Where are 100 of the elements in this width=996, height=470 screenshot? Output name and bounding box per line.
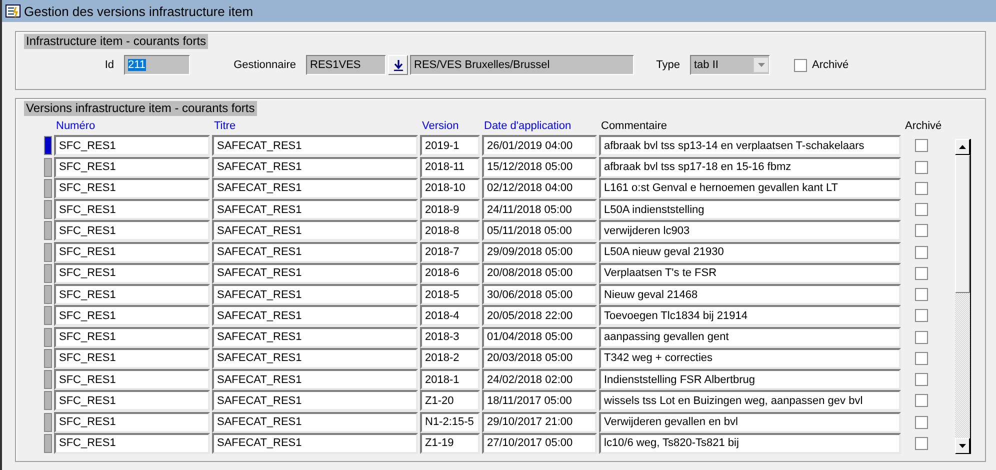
manager-code-field[interactable]: RES1VES (306, 55, 386, 75)
number-cell: SFC_RES1 (54, 242, 210, 262)
column-header[interactable]: Date d'application (482, 120, 599, 135)
archived-checkbox[interactable] (915, 436, 928, 450)
archived-checkbox[interactable] (915, 139, 928, 152)
version-cell: N1-2:15-5 (420, 412, 480, 432)
date-cell: 24/02/2018 02:00 (482, 369, 597, 390)
number-cell: SFC_RES1 (54, 305, 210, 326)
title-cell: SAFECAT_RES1 (212, 348, 418, 369)
number-cell: SFC_RES1 (54, 348, 210, 369)
column-header[interactable]: Numéro (54, 120, 212, 135)
number-cell: SFC_RES1 (54, 135, 210, 156)
version-cell: 2018-11 (420, 156, 480, 178)
title-cell: SAFECAT_RES1 (212, 412, 418, 432)
number-cell: SFC_RES1 (54, 326, 210, 348)
title-cell: SAFECAT_RES1 (212, 284, 418, 305)
scrollbar[interactable] (955, 139, 971, 454)
version-cell: 2018-10 (420, 178, 480, 199)
panel-title: Infrastructure item - courants forts (24, 34, 208, 49)
down-arrow-icon (394, 60, 402, 70)
archived-checkbox[interactable] (915, 352, 928, 365)
version-cell: 2018-3 (420, 326, 480, 348)
version-cell: Z1-19 (420, 432, 480, 454)
number-cell: SFC_RES1 (54, 412, 210, 432)
column-header[interactable]: Titre (212, 120, 420, 135)
column-header: Archivé (904, 120, 943, 134)
archived-checkbox[interactable] (794, 58, 807, 72)
number-cell: SFC_RES1 (54, 284, 210, 305)
row-indicator[interactable] (44, 136, 52, 156)
comment-cell: afbraak bvl tss sp17-18 en 15-16 fbmz (599, 156, 901, 178)
archived-checkbox[interactable] (915, 224, 928, 238)
archived-checkbox[interactable] (915, 394, 928, 408)
archived-label: Archivé (812, 59, 849, 71)
comment-cell: Indienststelling FSR Albertbrug (599, 369, 901, 390)
archived-checkbox[interactable] (915, 309, 928, 322)
date-cell: 26/01/2019 04:00 (482, 135, 597, 156)
date-cell: 29/10/2017 21:00 (482, 412, 597, 432)
number-cell: SFC_RES1 (54, 178, 210, 199)
date-cell: 30/06/2018 05:00 (482, 284, 597, 305)
panel-title: Versions infrastructure item - courants forts (24, 101, 257, 116)
number-cell: SFC_RES1 (54, 432, 210, 454)
archived-checkbox[interactable] (915, 246, 928, 258)
manager-label: Gestionnaire (232, 59, 297, 71)
title-cell: SAFECAT_RES1 (212, 242, 418, 262)
version-cell: 2018-9 (420, 199, 480, 220)
type-label: Type (655, 59, 681, 71)
archived-checkbox[interactable] (915, 416, 928, 428)
title-cell: SAFECAT_RES1 (212, 326, 418, 348)
date-cell: 29/09/2018 05:00 (482, 242, 597, 262)
number-cell: SFC_RES1 (54, 220, 210, 242)
version-cell: 2018-4 (420, 305, 480, 326)
archived-checkbox[interactable] (915, 373, 928, 386)
archived-checkbox[interactable] (915, 266, 928, 280)
comment-cell: wissels tss Lot en Buizingen weg, aanpassen gev bvl (599, 390, 901, 412)
archived-checkbox[interactable] (915, 288, 928, 301)
comment-cell: lc10/6 weg, Ts820-Ts821 bij (599, 432, 901, 454)
title-cell: SAFECAT_RES1 (212, 178, 418, 199)
title-cell: SAFECAT_RES1 (212, 156, 418, 178)
date-cell: 05/11/2018 05:00 (482, 220, 597, 242)
version-cell: Z1-20 (420, 390, 480, 412)
title-cell: SAFECAT_RES1 (212, 135, 418, 156)
down-arrow-icon (959, 444, 966, 448)
date-cell: 20/08/2018 05:00 (482, 262, 597, 284)
number-cell: SFC_RES1 (54, 199, 210, 220)
column-header[interactable]: Version (420, 120, 482, 135)
number-cell: SFC_RES1 (54, 369, 210, 390)
comment-cell: verwijderen lc903 (599, 220, 901, 242)
title-cell: SAFECAT_RES1 (212, 220, 418, 242)
date-cell: 27/10/2017 05:00 (482, 432, 597, 454)
title-cell: SAFECAT_RES1 (212, 199, 418, 220)
version-cell: 2018-1 (420, 369, 480, 390)
window-title: Gestion des versions infrastructure item (24, 4, 254, 18)
comment-cell: Toevoegen Tlc1834 bij 21914 (599, 305, 901, 326)
archived-checkbox[interactable] (915, 330, 928, 344)
title-cell: SAFECAT_RES1 (212, 305, 418, 326)
title-cell: SAFECAT_RES1 (212, 262, 418, 284)
version-cell: 2018-2 (420, 348, 480, 369)
date-cell: 02/12/2018 04:00 (482, 178, 597, 199)
app-icon (5, 3, 21, 19)
comment-cell: Verplaatsen T's te FSR (599, 262, 901, 284)
id-field[interactable]: 211 (124, 55, 190, 75)
archived-checkbox[interactable] (915, 182, 928, 195)
archived-checkbox[interactable] (915, 160, 928, 174)
title-cell: SAFECAT_RES1 (212, 432, 418, 454)
comment-cell: Nieuw geval 21468 (599, 284, 901, 305)
comment-cell: L50A indienststelling (599, 199, 901, 220)
up-arrow-icon (959, 145, 966, 149)
list-button[interactable] (388, 55, 408, 75)
number-cell: SFC_RES1 (54, 262, 210, 284)
archived-checkbox[interactable] (915, 203, 928, 216)
type-dropdown[interactable]: tab II (690, 55, 770, 75)
version-cell: 2018-8 (420, 220, 480, 242)
comment-cell: aanpassing gevallen gent (599, 326, 901, 348)
version-cell: 2019-1 (420, 135, 480, 156)
version-cell: 2018-7 (420, 242, 480, 262)
date-cell: 18/11/2017 05:00 (482, 390, 597, 412)
manager-name-field: RES/VES Bruxelles/Brussel (410, 55, 634, 75)
id-label: Id (104, 59, 115, 71)
comment-cell: L50A nieuw geval 21930 (599, 242, 901, 262)
date-cell: 20/03/2018 05:00 (482, 348, 597, 369)
